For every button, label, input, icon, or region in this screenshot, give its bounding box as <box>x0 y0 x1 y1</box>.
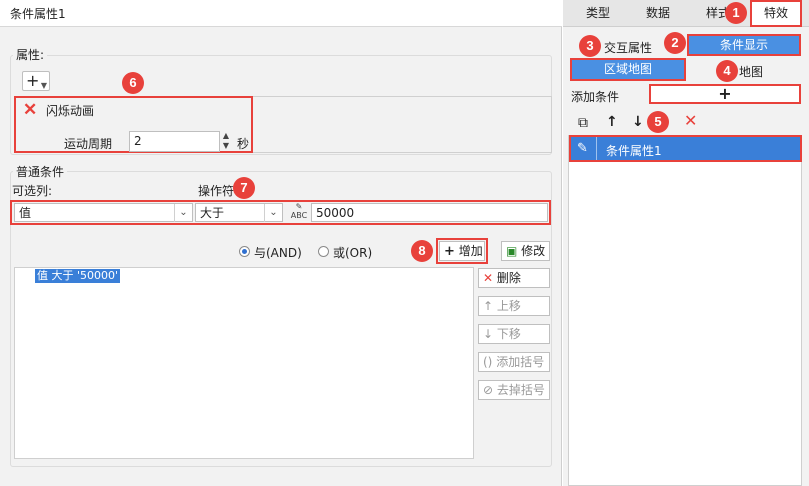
close-icon: ✕ <box>483 271 494 285</box>
edit-icon[interactable]: ✎ <box>577 141 588 156</box>
period-unit: 秒 <box>237 137 250 151</box>
condition-dialog: 条件属性1 属性: + ▼ ✕ 闪烁动画 运动周期 2 ▲ ▼ 秒 6 普通条件 可… <box>0 0 562 486</box>
region-map-button[interactable]: 区域地图 <box>572 60 684 79</box>
operator-label: 操作符 <box>198 184 235 198</box>
radio-and[interactable] <box>239 246 250 257</box>
delete-button[interactable]: ✕ 删除 <box>478 268 550 288</box>
attributes-group-label: 属性: <box>13 46 48 63</box>
callout-3: 3 <box>579 35 601 57</box>
move-up-button[interactable]: ↑ 上移 <box>478 296 550 316</box>
tab-effects[interactable]: 特效 <box>750 0 802 27</box>
bracket-icon: () <box>483 355 493 369</box>
callout-2: 2 <box>664 32 686 54</box>
callout-1: 1 <box>725 2 747 24</box>
arrow-down-icon[interactable]: ↓ <box>632 115 644 129</box>
radio-or[interactable] <box>318 246 329 257</box>
callout-4: 4 <box>716 60 738 82</box>
remove-bracket-icon: ⊘ <box>483 383 494 397</box>
add-condition-plus-button[interactable]: + <box>649 84 801 104</box>
chevron-down-icon: ⌄ <box>174 204 192 222</box>
abc-formula-icon[interactable]: ✎ ABC <box>288 202 310 222</box>
add-condition-label: 添加条件 <box>571 90 620 104</box>
arrow-up-icon: ↑ <box>483 299 494 313</box>
period-input[interactable]: 2 <box>129 131 220 152</box>
effect-name: 闪烁动画 <box>46 104 95 118</box>
operator-select[interactable]: 大于 ⌄ <box>195 203 283 222</box>
tab-data[interactable]: 数据 <box>631 0 685 27</box>
radio-and-label: 与(AND) <box>254 246 302 260</box>
dialog-title: 条件属性1 <box>10 7 66 21</box>
value-input[interactable]: 50000 <box>311 203 548 222</box>
column-label: 可选列: <box>12 184 53 198</box>
modify-icon: ▣ <box>506 244 518 258</box>
add-effect-button[interactable]: + ▼ <box>22 71 50 91</box>
conditions-group-label: 普通条件 <box>13 163 68 180</box>
plus-icon: + <box>444 244 455 259</box>
other-map-button[interactable]: 地图 <box>739 63 763 80</box>
modify-button[interactable]: ▣ 修改 <box>501 241 550 261</box>
callout-5: 5 <box>647 111 669 133</box>
condition-item-highlight <box>569 135 802 162</box>
property-panel: 类型 数据 样式 特效 1 3 交互属性 2 条件显示 区域地图 4 地图 添加… <box>563 0 809 486</box>
list-item[interactable]: 值 大于 '50000' <box>35 269 121 283</box>
condition-list-panel <box>568 135 802 486</box>
add-condition-button[interactable]: + 增加 <box>439 241 485 261</box>
interactive-attr-label: 交互属性 <box>604 41 653 55</box>
callout-8: 8 <box>411 240 433 262</box>
tab-type[interactable]: 类型 <box>571 0 625 27</box>
callout-6: 6 <box>122 72 144 94</box>
remove-bracket-button[interactable]: ⊘ 去掉括号 <box>478 380 550 400</box>
copy-icon[interactable]: ⧉ <box>578 116 588 130</box>
arrow-up-icon[interactable]: ↑ <box>606 115 618 129</box>
move-down-button[interactable]: ↓ 下移 <box>478 324 550 344</box>
delete-icon[interactable]: ✕ <box>684 113 697 129</box>
period-label: 运动周期 <box>64 137 113 151</box>
callout-7: 7 <box>233 177 255 199</box>
period-spinner[interactable]: ▲ ▼ <box>219 131 233 152</box>
delete-effect-icon[interactable]: ✕ <box>23 100 37 120</box>
item-divider <box>596 137 597 160</box>
column-select[interactable]: 值 ⌄ <box>14 203 193 222</box>
condition-item[interactable]: 条件属性1 <box>606 142 662 159</box>
radio-or-label: 或(OR) <box>333 246 373 260</box>
arrow-down-icon: ↓ <box>483 327 494 341</box>
chevron-down-icon: ⌄ <box>264 204 282 222</box>
add-bracket-button[interactable]: () 添加括号 <box>478 352 550 372</box>
dialog-title-bar: 条件属性1 <box>0 0 562 27</box>
condition-display-button[interactable]: 条件显示 <box>689 36 799 54</box>
condition-list <box>14 267 474 459</box>
